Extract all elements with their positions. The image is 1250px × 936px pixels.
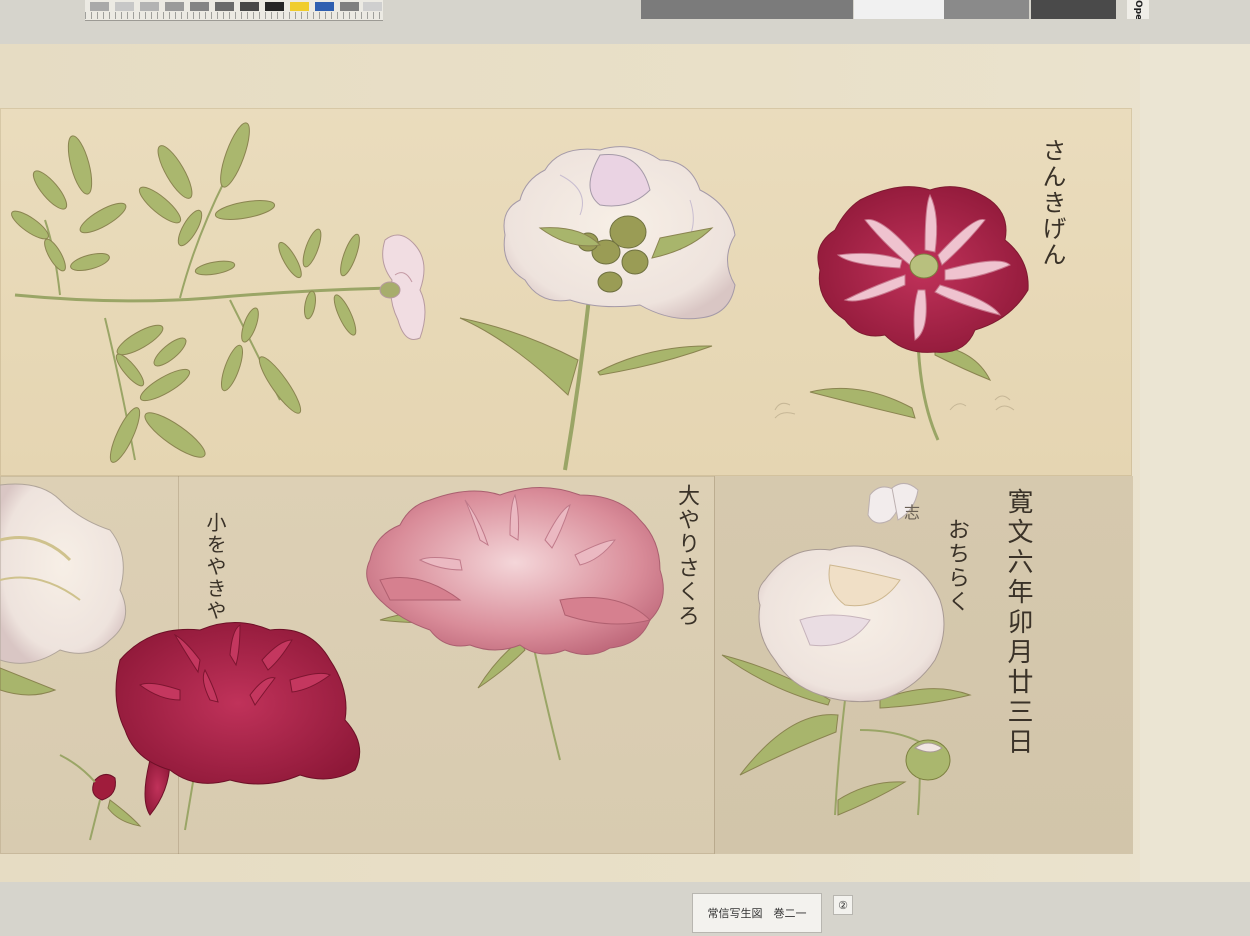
pink-peony: [366, 487, 664, 761]
striped-crimson-peony: [809, 186, 1029, 441]
inscription-top-right: さんきげん: [1038, 138, 1066, 268]
inscription-date: 寛文六年卯月廿三日: [1003, 488, 1033, 758]
catalog-label: 常信写生図 巻二一: [692, 893, 822, 933]
white-peony: [459, 146, 736, 471]
sheet-number: ②: [833, 895, 853, 915]
inscription-small-note: 志: [901, 504, 920, 522]
partial-white-peony: [0, 483, 127, 696]
inscription-bottom-left: 小をやきや: [203, 512, 227, 622]
leafy-branch: [11, 122, 391, 463]
deep-crimson-peony: [59, 622, 361, 841]
blush-white-peony: [721, 483, 972, 816]
small-pale-flower: [379, 234, 426, 340]
inscription-bottom-center: 大やりさくろ: [674, 484, 699, 628]
inscription-bottom-right: おちらく: [944, 518, 969, 614]
